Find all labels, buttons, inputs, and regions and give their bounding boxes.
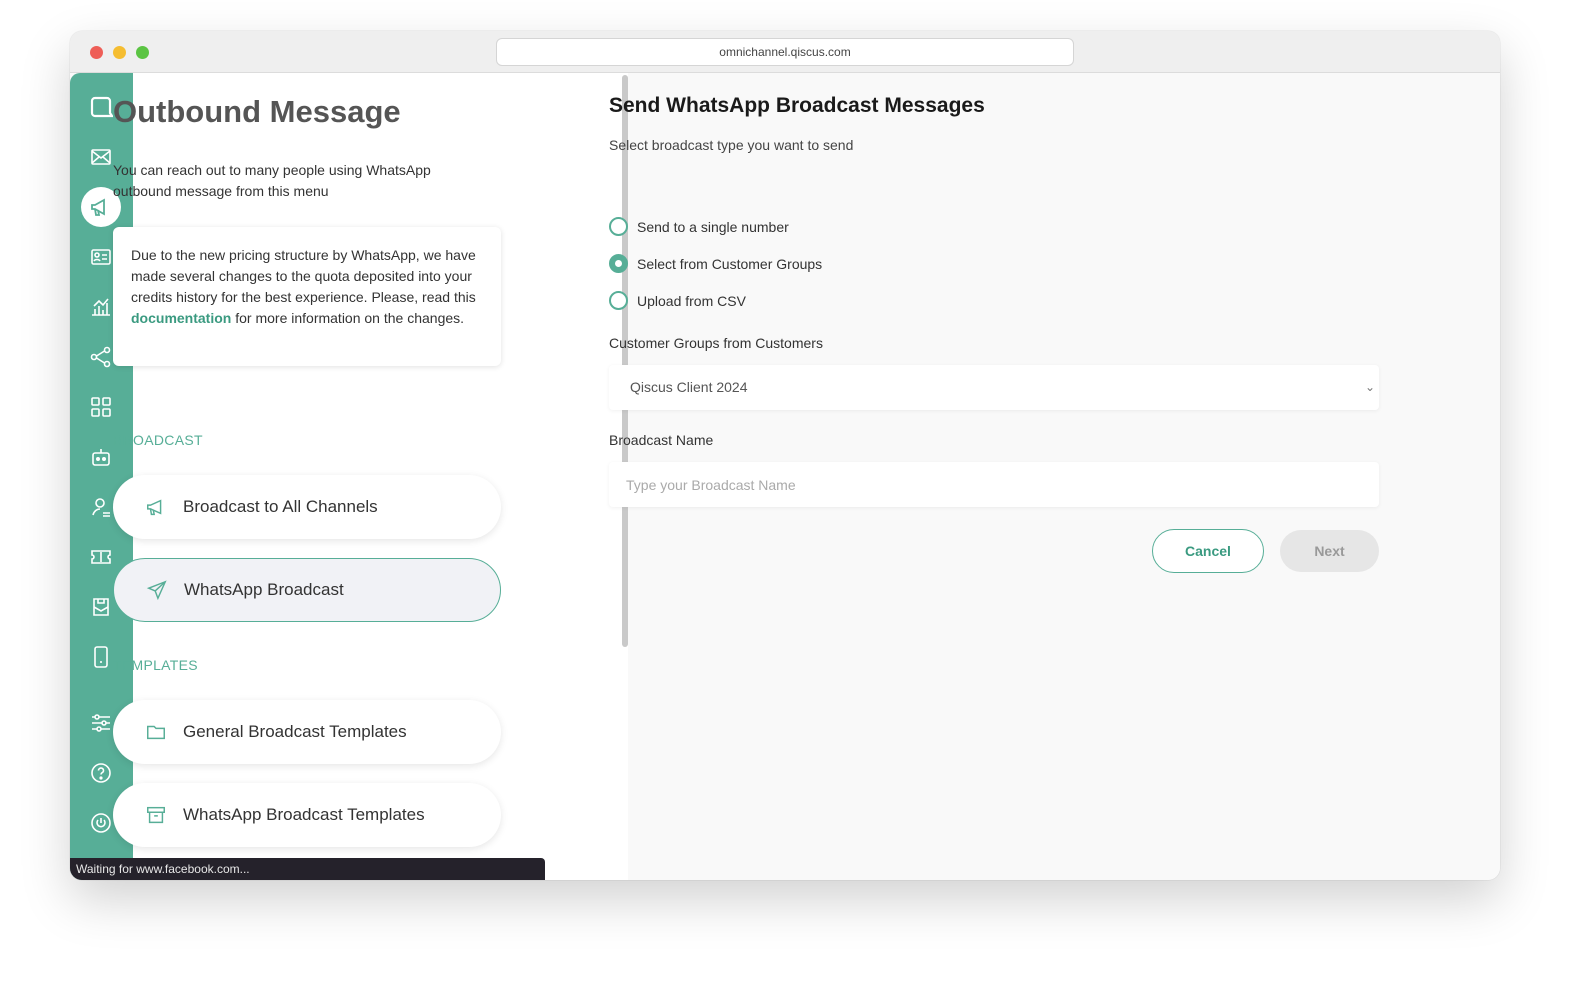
menu-item-label: WhatsApp Broadcast bbox=[184, 580, 344, 599]
intro-text: You can reach out to many people using W… bbox=[113, 162, 431, 199]
pricing-notice: Due to the new pricing structure by What… bbox=[113, 227, 501, 366]
zoom-window-button[interactable] bbox=[136, 46, 149, 59]
menu-item-label: General Broadcast Templates bbox=[183, 722, 407, 741]
broadcast-name-label: Broadcast Name bbox=[609, 432, 714, 448]
option-upload-csv[interactable]: Upload from CSV bbox=[609, 291, 746, 310]
notice-text-after: for more information on the changes. bbox=[231, 310, 465, 326]
send-icon bbox=[146, 579, 168, 601]
radio-single-number[interactable] bbox=[609, 217, 628, 236]
broadcast-name-input[interactable] bbox=[609, 462, 1379, 507]
menu-item-label: WhatsApp Broadcast Templates bbox=[183, 805, 425, 824]
chevron-down-icon: ⌄ bbox=[1364, 380, 1375, 394]
page-title: Outbound Message bbox=[113, 94, 401, 129]
customer-group-select[interactable]: Qiscus Client 2024 ⌄ bbox=[609, 365, 1379, 410]
documentation-link[interactable]: documentation bbox=[131, 310, 231, 326]
option-label: Upload from CSV bbox=[637, 292, 746, 309]
option-single-number[interactable]: Send to a single number bbox=[609, 217, 789, 236]
cancel-button[interactable]: Cancel bbox=[1152, 529, 1264, 573]
megaphone-icon bbox=[145, 496, 167, 518]
option-label: Send to a single number bbox=[637, 218, 789, 235]
menu-item-whatsapp-templates[interactable]: WhatsApp Broadcast Templates bbox=[113, 783, 501, 847]
menu-item-label: Broadcast to All Channels bbox=[183, 497, 378, 516]
menu-item-general-templates[interactable]: General Broadcast Templates bbox=[113, 700, 501, 764]
folder-icon bbox=[145, 721, 167, 743]
templates-section-label: TEMPLATES bbox=[113, 657, 198, 673]
notice-text-before: Due to the new pricing structure by What… bbox=[131, 247, 476, 305]
ticket-icon[interactable] bbox=[81, 537, 121, 577]
option-customer-groups[interactable]: Select from Customer Groups bbox=[609, 254, 822, 273]
radio-upload-csv[interactable] bbox=[609, 291, 628, 310]
address-bar[interactable]: omnichannel.qiscus.com bbox=[496, 38, 1074, 66]
option-label: Select from Customer Groups bbox=[637, 255, 823, 272]
customer-groups-label: Customer Groups from Customers bbox=[609, 335, 823, 351]
browser-status-bar: Waiting for www.facebook.com... bbox=[70, 858, 545, 880]
apps-grid-icon[interactable] bbox=[81, 387, 121, 427]
minimize-window-button[interactable] bbox=[113, 46, 126, 59]
browser-titlebar: omnichannel.qiscus.com bbox=[70, 31, 1500, 73]
menu-item-broadcast-all-channels[interactable]: Broadcast to All Channels bbox=[113, 475, 501, 539]
radio-customer-groups[interactable] bbox=[609, 254, 628, 273]
menu-item-whatsapp-broadcast[interactable]: WhatsApp Broadcast bbox=[113, 558, 501, 622]
customer-group-value: Qiscus Client 2024 bbox=[630, 379, 748, 395]
form-title: Send WhatsApp Broadcast Messages bbox=[609, 94, 985, 117]
next-button[interactable]: Next bbox=[1280, 530, 1379, 572]
close-window-button[interactable] bbox=[90, 46, 103, 59]
help-icon[interactable] bbox=[81, 753, 121, 793]
archive-icon bbox=[145, 804, 167, 826]
form-subtitle: Select broadcast type you want to send bbox=[609, 137, 854, 153]
broadcast-section-label: BROADCAST bbox=[113, 432, 203, 448]
